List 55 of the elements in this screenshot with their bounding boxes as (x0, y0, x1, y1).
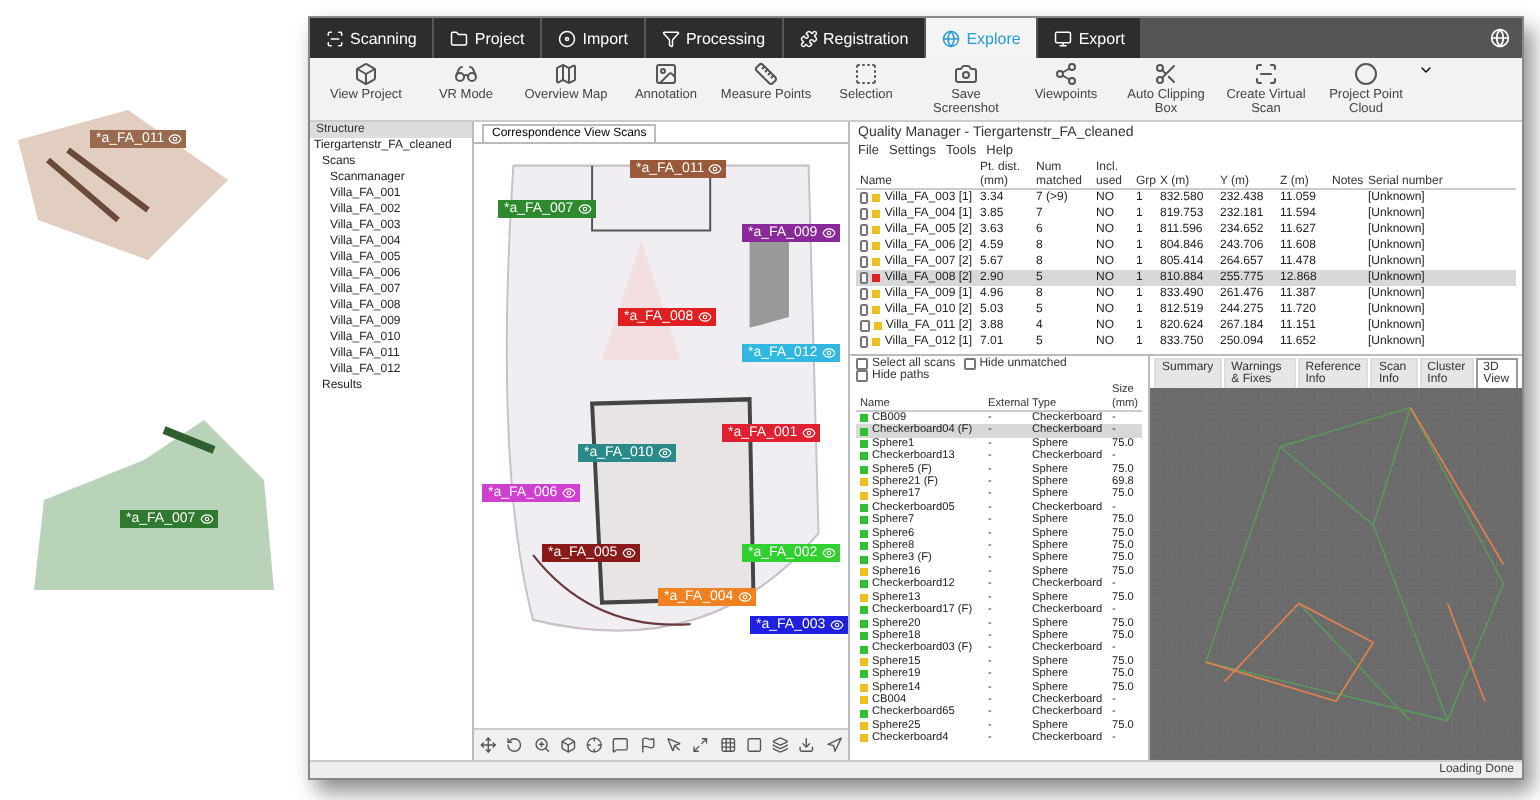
cube-icon[interactable] (559, 736, 577, 754)
puzzle-icon (799, 29, 818, 47)
checkbox[interactable] (860, 224, 869, 236)
eye-icon[interactable] (168, 132, 183, 146)
eye-icon[interactable] (801, 426, 816, 440)
picture-icon (654, 62, 678, 86)
camera-icon (954, 62, 978, 86)
checkbox[interactable] (860, 272, 869, 284)
checkbox[interactable] (860, 256, 869, 268)
cube-icon (354, 62, 378, 86)
ruler-icon (754, 62, 778, 86)
square-icon[interactable] (745, 736, 763, 754)
scissors-icon (1154, 62, 1178, 86)
layers-icon[interactable] (772, 736, 789, 754)
selection-icon (854, 62, 878, 86)
circle-icon (1354, 62, 1378, 86)
expand-icon[interactable] (692, 736, 710, 754)
rotate-icon[interactable] (506, 736, 524, 754)
checkbox[interactable] (860, 304, 869, 316)
globe-icon[interactable] (1490, 28, 1510, 48)
zoom-icon[interactable] (533, 736, 550, 754)
eye-icon[interactable] (697, 310, 712, 324)
flag-icon[interactable] (639, 736, 656, 754)
pointer-icon[interactable] (666, 736, 683, 754)
globe-icon (942, 29, 961, 47)
eye-icon[interactable] (577, 202, 592, 216)
eye-icon[interactable] (821, 226, 836, 240)
download-icon[interactable] (798, 736, 816, 754)
checkbox[interactable] (860, 288, 869, 300)
checkbox[interactable] (860, 320, 870, 332)
checkbox[interactable] (860, 240, 869, 252)
eye-icon[interactable] (708, 162, 723, 176)
filter-icon (661, 29, 680, 47)
nodes-icon (1054, 62, 1078, 86)
move-icon[interactable] (480, 736, 497, 754)
checkbox[interactable] (860, 208, 869, 220)
disc-icon (558, 29, 577, 47)
eye-icon[interactable] (199, 512, 214, 526)
eye-icon[interactable] (829, 618, 844, 632)
monitor-icon (1054, 29, 1073, 47)
eye-icon[interactable] (657, 446, 672, 460)
crosshair-icon[interactable] (586, 736, 603, 754)
checkbox[interactable] (860, 336, 869, 348)
map-icon (554, 62, 578, 86)
caret-icon[interactable] (1418, 62, 1434, 78)
navigation-icon[interactable] (825, 736, 842, 754)
grid-icon[interactable] (719, 736, 736, 754)
scan-icon (326, 29, 344, 47)
eye-icon[interactable] (561, 486, 576, 500)
scan-icon (1254, 62, 1278, 86)
folder-icon (450, 29, 469, 47)
comment-icon[interactable] (612, 736, 630, 754)
checkbox[interactable] (860, 192, 869, 204)
eye-icon[interactable] (621, 546, 636, 560)
goggles-icon (454, 62, 478, 86)
